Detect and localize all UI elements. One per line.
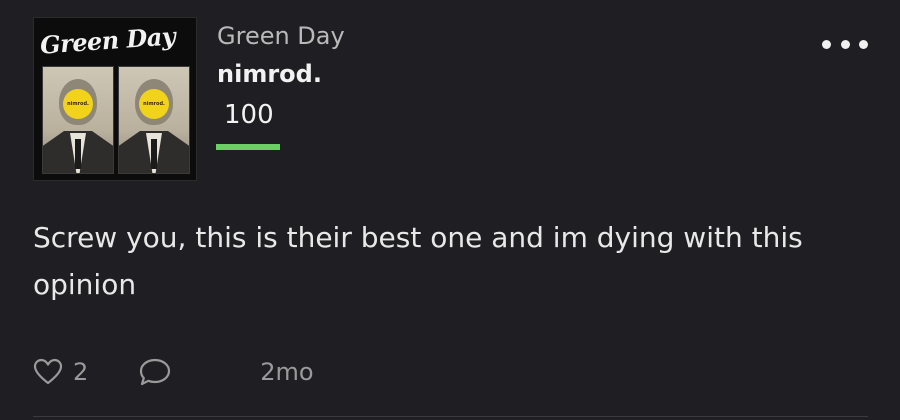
review-text: Screw you, this is their best one and im… [33,221,803,301]
like-count: 2 [73,358,89,386]
more-options-button[interactable] [822,34,868,54]
cover-photo-right: nimrod. [118,66,190,174]
post-timestamp: 2mo [260,358,314,386]
album-title[interactable]: nimrod. [217,60,322,88]
more-horizontal-icon [822,39,831,49]
heart-outline-icon [33,358,63,385]
like-button[interactable]: 2 [33,358,88,386]
review-card: Green Day nimrod. nimrod. Green Day nimr… [0,0,900,420]
cover-face-sticker: nimrod. [63,89,93,119]
comment-button[interactable] [138,357,172,387]
rating-bar [216,144,280,150]
divider [33,416,868,417]
rating-bar-fill [216,144,280,150]
artist-name[interactable]: Green Day [217,22,345,50]
album-cover[interactable]: Green Day nimrod. nimrod. [33,17,197,181]
comment-bubble-icon [140,358,171,386]
cover-face-sticker: nimrod. [139,89,169,119]
action-bar: 2 2mo [33,352,314,392]
cover-band-logo: Green Day [39,21,177,60]
cover-photo-left: nimrod. [42,66,114,174]
rating-score: 100 [224,100,274,130]
